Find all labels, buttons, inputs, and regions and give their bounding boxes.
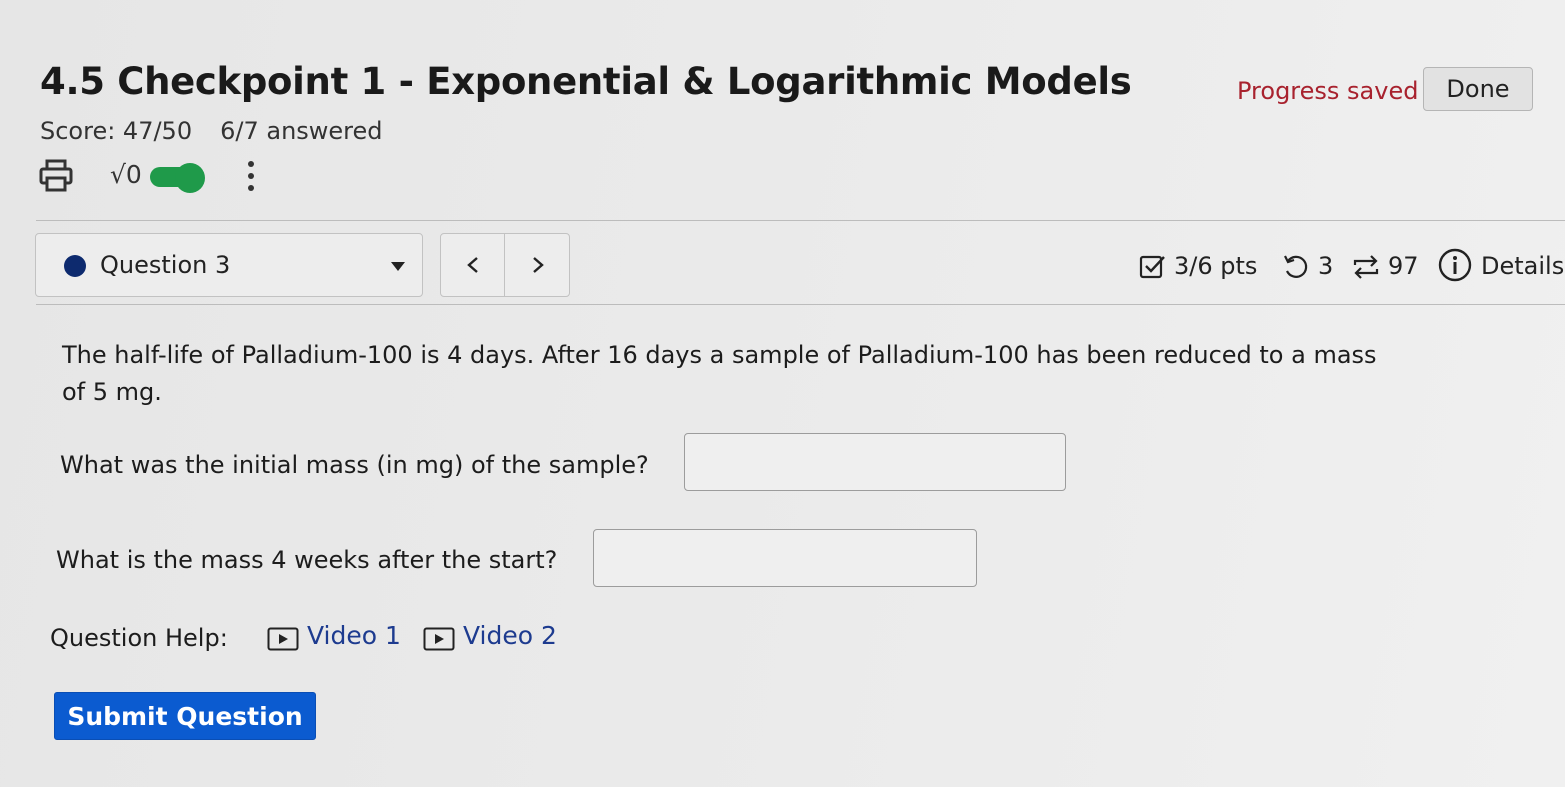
repeat-icon xyxy=(1350,252,1382,282)
submit-question-button[interactable]: Submit Question xyxy=(54,692,316,740)
question-text: The half-life of Palladium-100 is 4 days… xyxy=(62,341,1377,406)
prompt-initial-mass: What was the initial mass (in mg) of the… xyxy=(60,451,649,479)
attempts-count: 97 xyxy=(1388,252,1419,280)
retries-count: 3 xyxy=(1318,252,1334,280)
question-selector[interactable]: Question 3 xyxy=(35,233,423,297)
previous-question-button[interactable] xyxy=(441,234,505,296)
math-toggle-knob[interactable] xyxy=(175,163,205,193)
info-icon[interactable] xyxy=(1437,247,1473,282)
question-help-label: Question Help: xyxy=(50,624,228,652)
video-2-label: Video 2 xyxy=(463,621,557,650)
video-1-label: Video 1 xyxy=(307,621,401,650)
checkbox-icon xyxy=(1138,252,1168,282)
header-divider xyxy=(36,220,1565,221)
kebab-menu-icon[interactable] xyxy=(241,158,261,198)
progress-saved-status: Progress saved xyxy=(1237,77,1419,105)
chevron-right-icon xyxy=(533,257,544,273)
printer-icon[interactable] xyxy=(38,158,74,198)
chevron-left-icon xyxy=(467,257,478,273)
question-selector-label: Question 3 xyxy=(100,251,231,279)
answered-count: 6/7 answered xyxy=(220,117,383,145)
mass-4-weeks-input[interactable] xyxy=(593,529,977,587)
score-text: Score: 47/50 xyxy=(40,117,193,145)
question-status-dot xyxy=(64,255,86,277)
prompt-mass-4-weeks: What is the mass 4 weeks after the start… xyxy=(56,546,558,574)
question-nav xyxy=(440,233,570,297)
done-button[interactable]: Done xyxy=(1423,67,1533,111)
undo-icon xyxy=(1281,252,1311,282)
points-text: 3/6 pts xyxy=(1174,252,1258,280)
page-title: 4.5 Checkpoint 1 - Exponential & Logarit… xyxy=(40,60,1132,103)
play-video-icon xyxy=(267,627,299,657)
sqrt-icon[interactable]: √0 xyxy=(110,160,142,189)
play-video-icon xyxy=(423,627,455,657)
initial-mass-input[interactable] xyxy=(684,433,1066,491)
details-link[interactable]: Details xyxy=(1481,252,1564,280)
question-bar-divider xyxy=(36,304,1565,305)
caret-down-icon xyxy=(391,262,405,271)
score-summary: Score: 47/50 6/7 answered xyxy=(40,117,383,145)
next-question-button[interactable] xyxy=(506,234,570,296)
